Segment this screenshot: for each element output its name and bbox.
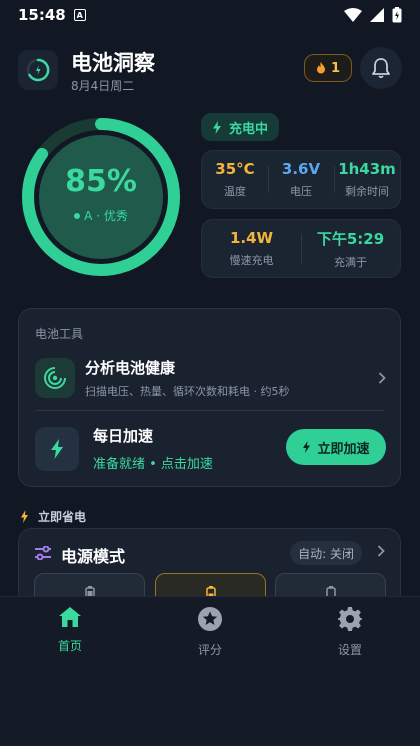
battery-grade: A · 优秀 [74,207,128,224]
nav-item-settings[interactable]: 设置 [310,607,390,658]
tools-divider [35,410,384,411]
boost-now-label: 立即加速 [317,441,370,457]
analyze-health-title: 分析电池健康 [85,359,176,377]
nav-label-home: 首页 [57,639,82,653]
auto-mode-badge[interactable]: 自动: 关闭 [290,541,362,565]
charging-status-badge: 充电中 [201,113,280,141]
app-header: 电池洞察 8月4日周二 1 [18,44,402,96]
cellular-icon [370,8,384,22]
charging-power-value: 1.4W [229,229,274,247]
notifications-button[interactable] [360,47,402,89]
streak-badge[interactable]: 1 [304,54,352,82]
bottom-navigation: 首页 评分 设置 [0,596,420,746]
charging-power-stat: 1.4W 慢速充电 [202,229,301,268]
bolt-icon [213,120,221,134]
battery-tools-card: 电池工具 分析电池健康 扫描电压、热量、循环次数和耗电 · 约5秒 每日加速 准… [18,308,401,487]
status-time: 15:48 [18,6,66,24]
battery-charging-icon [392,7,402,23]
voltage-value: 3.6V [281,160,321,178]
daily-boost-status: 准备就绪 • 点击加速 [93,457,213,472]
nav-item-rating[interactable]: 评分 [170,607,250,658]
power-mode-title: 电源模式 [61,547,126,566]
temperature-stat: 35°C 温度 [202,160,268,199]
header-date: 8月4日周二 [71,79,135,93]
chevron-right-icon [377,545,385,557]
battery-stats-card: 35°C 温度 3.6V 电压 1h43m 剩余时间 [201,150,401,209]
full-at-stat: 下午5:29 充满于 [301,228,400,270]
analyze-health-description: 扫描电压、热量、循环次数和耗电 · 约5秒 [85,385,290,398]
bolt-icon [303,441,311,453]
flame-icon [316,62,325,74]
temperature-value: 35°C [215,160,255,178]
bolt-icon [35,426,79,471]
voltage-label: 电压 [290,185,312,198]
app-title: 电池洞察 [71,51,155,75]
charging-power-label: 慢速充电 [229,254,274,267]
full-at-value: 下午5:29 [316,229,385,248]
daily-boost-title: 每日加速 [93,427,154,445]
full-at-label: 充满于 [334,255,367,269]
remaining-time-value: 1h43m [338,160,396,178]
battery-grade-label: A · 优秀 [84,209,128,223]
tools-section-title: 电池工具 [35,327,84,341]
star-icon [198,607,222,631]
nav-label-rating: 评分 [197,643,222,657]
grade-dot [74,212,81,219]
app-logo-icon [18,50,58,90]
sliders-icon [35,546,51,560]
wifi-icon [344,8,362,22]
chevron-right-icon [378,372,386,384]
analyze-health-row[interactable]: 分析电池健康 扫描电压、热量、循环次数和耗电 · 约5秒 [35,357,386,399]
status-bar: 15:48 A [0,0,420,30]
remaining-time-stat: 1h43m 剩余时间 [334,160,400,199]
save-power-title: 立即省电 [38,510,87,524]
voltage-stat: 3.6V 电压 [268,160,334,199]
remaining-time-label: 剩余时间 [345,185,389,198]
bell-icon [372,58,390,79]
gear-icon [338,607,362,631]
boost-now-button[interactable]: 立即加速 [286,429,386,465]
battery-gauge: 85% A · 优秀 [20,116,182,278]
charging-status-label: 充电中 [229,121,269,137]
home-icon [59,607,81,627]
streak-count: 1 [330,60,341,76]
battery-percent: 85% [65,164,137,199]
save-power-section-title: 立即省电 [20,508,86,525]
notification-icon: A [73,9,86,21]
bolt-icon [21,510,28,523]
nav-item-home[interactable]: 首页 [30,607,110,654]
temperature-label: 温度 [224,185,246,198]
nav-label-settings: 设置 [337,643,362,657]
radar-icon [35,358,75,398]
charging-stats-card: 1.4W 慢速充电 下午5:29 充满于 [201,219,401,278]
